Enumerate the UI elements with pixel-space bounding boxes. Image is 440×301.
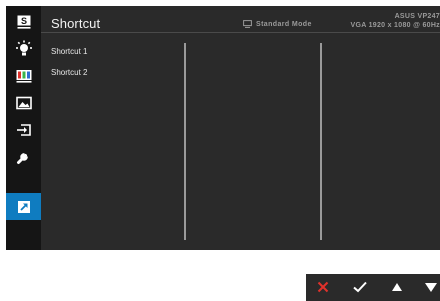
sidebar-item-brightness[interactable] bbox=[6, 35, 41, 62]
exit-button[interactable] bbox=[312, 277, 334, 297]
model-name: ASUS VP247 bbox=[394, 13, 440, 20]
monitor-icon bbox=[243, 20, 252, 28]
shortcut-arrow-icon bbox=[17, 200, 30, 213]
confirm-button[interactable] bbox=[349, 277, 371, 297]
sidebar-item-color[interactable] bbox=[6, 62, 41, 89]
sidebar-item-input-select[interactable] bbox=[6, 116, 41, 143]
page-title: Shortcut bbox=[51, 16, 101, 31]
down-button[interactable] bbox=[420, 277, 440, 297]
splendid-s-icon: S bbox=[17, 15, 30, 29]
signal-info: VGA 1920 x 1080 @ 60Hz bbox=[350, 21, 440, 29]
input-select-icon bbox=[16, 123, 31, 136]
osd-menu-panel bbox=[6, 6, 440, 250]
sidebar-item-shortcut[interactable] bbox=[6, 193, 41, 220]
brightness-icon bbox=[15, 40, 32, 55]
menu-header: Shortcut Standard Mode ASUS VP247 VGA 19… bbox=[41, 6, 440, 33]
sidebar-item-system-setup[interactable] bbox=[6, 143, 41, 170]
mode-indicator: Standard Mode bbox=[243, 20, 312, 28]
list-item-shortcut-1[interactable]: Shortcut 1 bbox=[51, 46, 87, 67]
svg-text:S: S bbox=[20, 16, 26, 26]
sidebar-item-image[interactable] bbox=[6, 89, 41, 116]
header-divider bbox=[41, 32, 440, 33]
up-button[interactable] bbox=[386, 277, 408, 297]
image-icon bbox=[15, 96, 32, 109]
mode-label: Standard Mode bbox=[256, 20, 312, 28]
list-item-shortcut-2[interactable]: Shortcut 2 bbox=[51, 67, 87, 88]
column-divider bbox=[320, 43, 322, 240]
check-icon bbox=[353, 281, 367, 293]
close-icon bbox=[317, 281, 329, 293]
column-divider bbox=[184, 43, 186, 240]
control-button-bar bbox=[306, 274, 440, 301]
up-arrow-icon bbox=[392, 283, 402, 291]
sidebar: S bbox=[6, 6, 41, 250]
wrench-icon bbox=[16, 152, 28, 164]
sidebar-item-splendid[interactable]: S bbox=[6, 8, 41, 35]
shortcut-list: Shortcut 1 Shortcut 2 bbox=[51, 46, 87, 88]
monitor-info: ASUS VP247 VGA 1920 x 1080 @ 60Hz bbox=[351, 13, 440, 30]
down-arrow-icon bbox=[425, 282, 437, 292]
color-bars-icon bbox=[16, 69, 31, 83]
